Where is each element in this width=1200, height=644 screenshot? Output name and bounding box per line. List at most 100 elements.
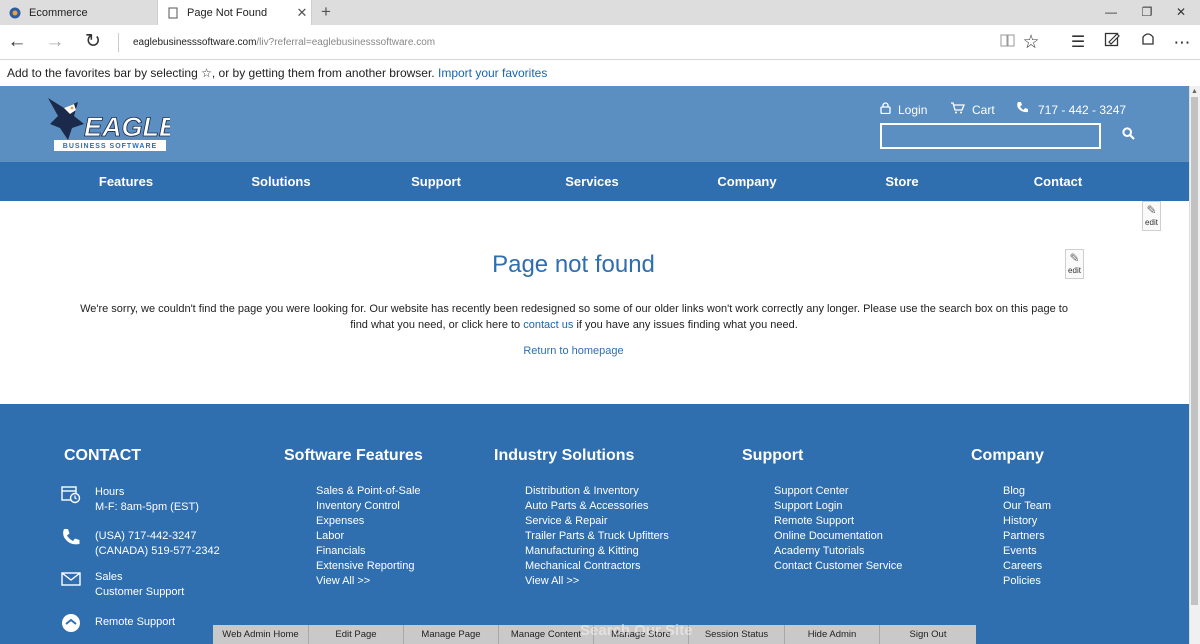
footer-link[interactable]: Academy Tutorials [774,544,902,559]
nav-store[interactable]: Store [842,162,962,201]
site-favicon-icon [9,7,21,19]
phone-icon [1016,100,1029,120]
remote-support-icon [60,613,82,638]
sales-email[interactable]: Sales [95,570,184,585]
footer-link[interactable]: Support Center [774,484,902,499]
footer-heading-software-features: Software Features [284,447,423,464]
contact-us-link[interactable]: contact us [523,319,573,331]
nav-company[interactable]: Company [687,162,807,201]
hours-label: Hours [95,486,125,498]
footer-link[interactable]: Service & Repair [525,514,669,529]
footer-heading-support: Support [742,447,804,464]
footer-link[interactable]: Expenses [316,514,421,529]
admin-hide-admin[interactable]: Hide Admin [785,625,880,644]
site-search-input[interactable] [880,123,1101,149]
footer-link[interactable]: Remote Support [774,514,902,529]
login-label: Login [898,103,928,117]
remote-support-link[interactable]: Remote Support [95,615,175,630]
forward-icon[interactable]: → [38,25,72,60]
footer-link[interactable]: Labor [316,529,421,544]
phone-number: 717 - 442 - 3247 [1038,103,1127,117]
address-divider [118,33,119,52]
page-title: Page not found [492,251,655,278]
edit-header-button[interactable]: ✎ edit [1142,201,1161,231]
footer-link[interactable]: View All >> [525,574,669,589]
new-tab-icon[interactable]: + [316,2,336,22]
footer-link[interactable]: Contact Customer Service [774,559,902,574]
page-icon [167,7,179,19]
address-bar[interactable]: eaglebusinesssoftware.com/liv?referral=e… [133,25,435,60]
nav-features[interactable]: Features [66,162,186,201]
footer-link[interactable]: Sales & Point-of-Sale [316,484,421,499]
contact-phones: (USA) 717-442-3247 (CANADA) 519-577-2342 [95,529,220,559]
footer-link[interactable]: Online Documentation [774,529,902,544]
footer-list-support: Support Center Support Login Remote Supp… [774,484,902,574]
footer-link[interactable]: Inventory Control [316,499,421,514]
footer-link[interactable]: Support Login [774,499,902,514]
footer-link[interactable]: History [1003,514,1051,529]
favorites-bar-hint: Add to the favorites bar by selecting ☆,… [0,61,1200,86]
phone-canada[interactable]: (CANADA) 519-577-2342 [95,544,220,559]
restore-icon[interactable]: ❐ [1128,0,1166,25]
svg-text:EAGLE: EAGLE [84,112,170,142]
minimize-icon[interactable]: — [1092,0,1130,25]
tab-title: Page Not Found [187,6,268,19]
scrollbar-thumb[interactable] [1191,97,1198,605]
footer-link[interactable]: View All >> [316,574,421,589]
footer-link[interactable]: Trailer Parts & Truck Upfitters [525,529,669,544]
footer-link[interactable]: Careers [1003,559,1051,574]
admin-manage-page[interactable]: Manage Page [404,625,499,644]
admin-edit-page[interactable]: Edit Page [309,625,404,644]
more-options-icon[interactable]: ⋯ [1165,25,1199,60]
browser-tab-ecommerce[interactable]: Ecommerce [0,0,157,25]
nav-services[interactable]: Services [532,162,652,201]
nav-contact[interactable]: Contact [998,162,1118,201]
phone-usa[interactable]: (USA) 717-442-3247 [95,529,220,544]
calendar-clock-icon [60,484,82,509]
scroll-up-icon[interactable]: ▲ [1189,86,1200,97]
import-favorites-link[interactable]: Import your favorites [438,66,547,80]
lock-icon [880,100,891,120]
close-tab-icon[interactable]: ✕ [293,5,311,21]
envelope-icon [60,571,82,592]
footer-link[interactable]: Policies [1003,574,1051,589]
footer-link[interactable]: Extensive Reporting [316,559,421,574]
return-homepage-link[interactable]: Return to homepage [0,345,1147,357]
footer-link[interactable]: Distribution & Inventory [525,484,669,499]
footer-link[interactable]: Auto Parts & Accessories [525,499,669,514]
phone-link[interactable]: 717 - 442 - 3247 [1016,100,1126,120]
back-icon[interactable]: ← [0,25,34,60]
admin-session-status[interactable]: Session Status [689,625,785,644]
browser-tab-page-not-found[interactable]: Page Not Found ✕ [157,0,312,25]
web-note-icon[interactable] [1095,25,1129,60]
nav-support[interactable]: Support [376,162,496,201]
nav-solutions[interactable]: Solutions [221,162,341,201]
footer-heading-company: Company [971,447,1044,464]
favorite-star-icon[interactable]: ☆ [1014,25,1048,60]
footer-link[interactable]: Mechanical Contractors [525,559,669,574]
hub-icon[interactable]: ☰ [1061,25,1095,60]
share-icon[interactable] [1131,25,1165,60]
refresh-icon[interactable]: ↻ [76,25,110,60]
footer-list-company: Blog Our Team History Partners Events Ca… [1003,484,1051,589]
footer-heading-industry-solutions: Industry Solutions [494,447,635,464]
message-text-end: if you have any issues finding what you … [576,319,798,331]
footer-list-software-features: Sales & Point-of-Sale Inventory Control … [316,484,421,589]
footer-list-industry-solutions: Distribution & Inventory Auto Parts & Ac… [525,484,669,589]
admin-sign-out[interactable]: Sign Out [880,625,976,644]
footer-link[interactable]: Manufacturing & Kitting [525,544,669,559]
message-text: We're sorry, we couldn't find the page y… [80,303,1068,331]
admin-web-admin-home[interactable]: Web Admin Home [213,625,309,644]
favorites-hint-text: Add to the favorites bar by selecting ☆,… [7,66,435,80]
footer-link[interactable]: Financials [316,544,421,559]
not-found-message: We're sorry, we couldn't find the page y… [80,301,1068,333]
footer-link[interactable]: Blog [1003,484,1051,499]
search-icon[interactable] [1114,123,1142,149]
footer-link[interactable]: Our Team [1003,499,1051,514]
login-link[interactable]: Login [880,100,927,120]
close-window-icon[interactable]: ✕ [1162,0,1200,25]
cart-link[interactable]: Cart [950,100,995,120]
support-email[interactable]: Customer Support [95,585,184,600]
footer-link[interactable]: Events [1003,544,1051,559]
footer-link[interactable]: Partners [1003,529,1051,544]
